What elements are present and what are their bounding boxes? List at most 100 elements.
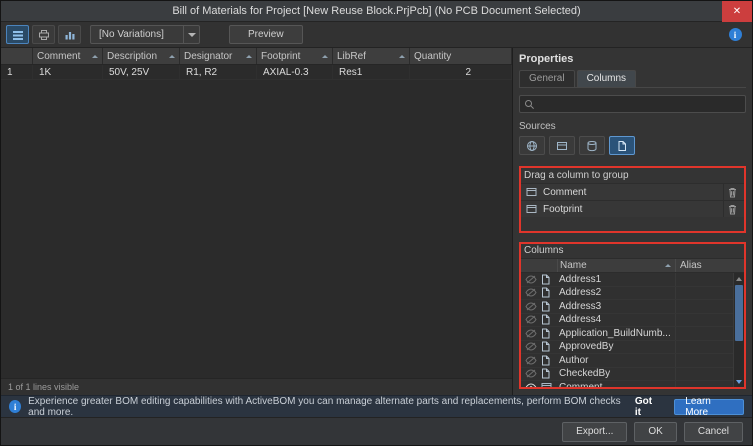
column-alias xyxy=(675,381,733,387)
column-row[interactable]: CheckedBy xyxy=(521,368,733,382)
columns-table-header: Name Alias xyxy=(521,258,744,273)
export-button[interactable]: Export... xyxy=(562,422,627,442)
eye-hidden-icon xyxy=(525,369,537,378)
eye-hidden-icon xyxy=(525,329,537,338)
info-button[interactable]: i xyxy=(723,25,747,45)
got-it-link[interactable]: Got it xyxy=(635,396,659,418)
quantity-cell[interactable]: 2 xyxy=(410,65,512,79)
group-item-comment[interactable]: Comment xyxy=(521,183,744,200)
scroll-thumb[interactable] xyxy=(735,285,743,341)
document-icon xyxy=(541,314,550,325)
trash-icon xyxy=(728,204,737,215)
eye-hidden-icon xyxy=(525,315,537,324)
column-row[interactable]: ApprovedBy xyxy=(521,341,733,355)
column-name: Address2 xyxy=(557,287,675,298)
column-row[interactable]: Address3 xyxy=(521,300,733,314)
preview-button[interactable]: Preview xyxy=(229,25,303,44)
activebom-banner: i Experience greater BOM editing capabil… xyxy=(1,395,752,417)
scroll-down-button[interactable] xyxy=(734,376,744,387)
cancel-label: Cancel xyxy=(698,426,729,437)
tab-general[interactable]: General xyxy=(519,70,575,87)
columns-section: Columns Name Alias Address1 xyxy=(519,242,746,389)
sort-icon xyxy=(92,55,98,58)
designator-cell[interactable]: R1, R2 xyxy=(180,65,257,79)
column-row[interactable]: Author xyxy=(521,354,733,368)
cancel-button[interactable]: Cancel xyxy=(684,422,743,442)
bom-dialog: Bill of Materials for Project [New Reuse… xyxy=(0,0,753,446)
sort-icon xyxy=(169,55,175,58)
columns-section-title: Columns xyxy=(521,244,744,258)
tab-columns[interactable]: Columns xyxy=(577,70,636,87)
column-name: ApprovedBy xyxy=(557,341,675,352)
sort-icon xyxy=(322,55,328,58)
column-header-comment[interactable]: Comment xyxy=(33,48,103,64)
eye-hidden-icon xyxy=(525,342,537,351)
remove-group-button[interactable] xyxy=(723,184,741,200)
eye-hidden-icon xyxy=(525,302,537,311)
ok-button[interactable]: OK xyxy=(634,422,676,442)
column-alias xyxy=(675,300,733,313)
column-row[interactable]: Application_BuildNumb... xyxy=(521,327,733,341)
database-icon xyxy=(586,140,598,152)
header-label: Description xyxy=(107,51,157,62)
column-name: Application_BuildNumb... xyxy=(557,328,675,339)
libref-cell[interactable]: Res1 xyxy=(333,65,410,79)
close-button[interactable]: ✕ xyxy=(722,1,752,22)
scroll-up-icon xyxy=(736,277,742,281)
header-label: Footprint xyxy=(261,51,300,62)
scroll-up-button[interactable] xyxy=(734,273,744,284)
content-area: Comment Description Designator Footprint… xyxy=(1,48,752,395)
ok-label: OK xyxy=(648,426,662,437)
grid-row[interactable]: 1 1K 50V, 25V R1, R2 AXIAL-0.3 Res1 2 xyxy=(1,65,512,80)
card-icon xyxy=(556,140,568,152)
info-icon: i xyxy=(729,28,742,41)
name-column-header[interactable]: Name xyxy=(557,259,675,272)
grid-status-bar: 1 of 1 lines visible xyxy=(1,378,512,395)
column-name: Address1 xyxy=(557,274,675,285)
sources-label: Sources xyxy=(519,121,746,132)
column-header-description[interactable]: Description xyxy=(103,48,180,64)
banner-text: Experience greater BOM editing capabilit… xyxy=(28,396,626,418)
column-row[interactable]: Address1 xyxy=(521,273,733,287)
properties-title: Properties xyxy=(519,53,746,65)
database-source-button[interactable] xyxy=(579,136,605,155)
column-row-comment[interactable]: Comment xyxy=(521,381,733,387)
document-icon xyxy=(541,287,550,298)
remove-group-button[interactable] xyxy=(723,201,741,217)
flat-list-view-button[interactable] xyxy=(6,25,29,44)
group-item-footprint[interactable]: Footprint xyxy=(521,200,744,217)
document-icon xyxy=(541,274,550,285)
header-label: Comment xyxy=(37,51,80,62)
column-header-designator[interactable]: Designator xyxy=(180,48,257,64)
column-header-libref[interactable]: LibRef xyxy=(333,48,410,64)
web-source-button[interactable] xyxy=(519,136,545,155)
footprint-cell[interactable]: AXIAL-0.3 xyxy=(257,65,333,79)
column-row[interactable]: Address2 xyxy=(521,287,733,301)
bom-grid: Comment Description Designator Footprint… xyxy=(1,48,513,395)
group-section-title: Drag a column to group xyxy=(521,168,744,183)
grid-empty-area xyxy=(1,80,512,378)
supplier-source-button[interactable] xyxy=(549,136,575,155)
grid-header-row: Comment Description Designator Footprint… xyxy=(1,48,512,65)
columns-scrollbar[interactable] xyxy=(733,273,744,387)
alias-column-header[interactable]: Alias xyxy=(675,259,733,272)
description-cell[interactable]: 50V, 25V xyxy=(103,65,180,79)
comment-cell[interactable]: 1K xyxy=(33,65,103,79)
document-icon xyxy=(541,368,550,379)
document-source-button[interactable] xyxy=(609,136,635,155)
banner-info-icon: i xyxy=(9,400,21,413)
search-input[interactable] xyxy=(539,99,741,110)
variations-dropdown[interactable]: [No Variations] xyxy=(90,25,200,44)
print-preview-button[interactable] xyxy=(32,25,55,44)
column-name: CheckedBy xyxy=(557,368,675,379)
grouped-view-button[interactable] xyxy=(58,25,81,44)
chevron-down-icon xyxy=(183,26,199,43)
column-row[interactable]: Address4 xyxy=(521,314,733,328)
column-header-footprint[interactable]: Footprint xyxy=(257,48,333,64)
sources-buttons xyxy=(519,136,746,155)
learn-more-button[interactable]: Learn More xyxy=(674,399,744,415)
column-header-quantity[interactable]: Quantity xyxy=(410,48,512,64)
variations-dropdown-label: [No Variations] xyxy=(91,26,183,43)
header-label: Designator xyxy=(184,51,232,62)
bar-chart-icon xyxy=(64,29,76,41)
